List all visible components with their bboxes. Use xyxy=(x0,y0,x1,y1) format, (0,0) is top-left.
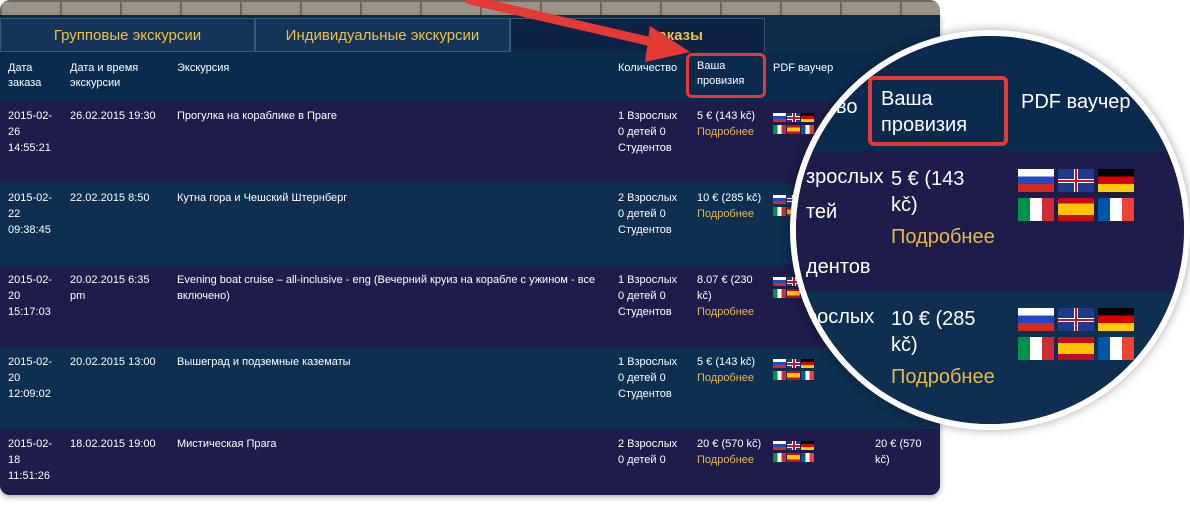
ru-flag-icon[interactable] xyxy=(1018,169,1054,192)
it-flag-icon[interactable] xyxy=(773,371,786,380)
gb-flag-icon[interactable] xyxy=(1058,308,1094,331)
column-quantity: Количество xyxy=(618,62,678,74)
commission-cell: 20 € (570 kč) Подробнее xyxy=(697,436,765,468)
more-link[interactable]: Подробнее xyxy=(697,454,754,466)
gb-flag-icon[interactable] xyxy=(787,441,800,450)
commission-value: 5 € (143 kč) xyxy=(697,110,756,122)
magnifier-partial-adults: зрослых xyxy=(806,166,884,188)
magnifier-partial-children: тей xyxy=(806,201,838,223)
commission-value: 10 € (285 kč) xyxy=(697,192,762,204)
datetime-cell: 18.02.2015 19:00 xyxy=(70,438,156,450)
ru-flag-icon[interactable] xyxy=(773,277,786,286)
more-link[interactable]: Подробнее xyxy=(697,372,754,384)
more-link[interactable]: Подробнее xyxy=(697,306,754,318)
table-row: 2015-02-18 11:51:26 18.02.2015 19:00 Мис… xyxy=(0,429,940,495)
ru-flag-icon[interactable] xyxy=(773,195,786,204)
datetime-cell: 20.02.2015 13:00 xyxy=(70,356,156,368)
excursion-cell: Кутна гора и Чешский Штернберг xyxy=(177,192,348,204)
ru-flag-icon[interactable] xyxy=(773,359,786,368)
ru-flag-icon[interactable] xyxy=(773,441,786,450)
ru-flag-icon[interactable] xyxy=(1018,308,1054,331)
zoom-magnifier: во Ваша провизия PDF ваучер зрослых тей … xyxy=(790,30,1190,430)
ru-flag-icon[interactable] xyxy=(773,113,786,122)
order-date-cell: 2015-02-22 09:38:45 xyxy=(8,192,53,236)
it-flag-icon[interactable] xyxy=(773,125,786,134)
pdf-voucher-flags xyxy=(773,441,821,465)
de-flag-icon[interactable] xyxy=(1098,308,1134,331)
magnifier-commission-highlight xyxy=(868,76,1008,146)
fr-flag-icon[interactable] xyxy=(801,453,814,462)
magnifier-commission-value: 5 € (143 kč) xyxy=(891,168,965,216)
commission-value: 8.07 € (230 kč) xyxy=(697,274,753,302)
more-link[interactable]: Подробнее xyxy=(697,126,754,138)
magnifier-more-link[interactable]: Подробнее xyxy=(891,366,995,389)
magnifier-partial-students: дентов xyxy=(806,256,871,278)
tab-group-excursions[interactable]: Групповые экскурсии xyxy=(0,18,255,52)
excursion-cell: Evening boat cruise – all-inclusive - en… xyxy=(177,274,596,302)
commission-value: 5 € (143 kč) xyxy=(697,356,756,368)
fr-flag-icon[interactable] xyxy=(1098,198,1134,221)
commission-cell: 10 € (285 kč) Подробнее xyxy=(697,190,765,222)
it-flag-icon[interactable] xyxy=(773,207,786,216)
excursion-cell: Мистическая Прага xyxy=(177,438,277,450)
quantity-cell: 1 Взрослых 0 детей 0 Студентов xyxy=(618,356,678,400)
commission-cell: 5 € (143 kč) Подробнее xyxy=(697,108,765,140)
it-flag-icon[interactable] xyxy=(773,453,786,462)
magnifier-flags xyxy=(1018,308,1148,366)
es-flag-icon[interactable] xyxy=(787,453,800,462)
column-excursion-datetime: Дата и время экскурсии xyxy=(70,62,139,89)
quantity-cell: 1 Взрослых 0 детей 0 Студентов xyxy=(618,274,678,318)
quantity-cell: 1 Взрослых 0 детей 0 Студентов xyxy=(618,110,678,154)
datetime-cell: 26.02.2015 19:30 xyxy=(70,110,156,122)
de-flag-icon[interactable] xyxy=(1098,169,1134,192)
magnifier-partial-adults: рослых xyxy=(806,306,875,328)
column-order-date: Дата заказа xyxy=(8,62,42,89)
magnifier-pdf-header: PDF ваучер xyxy=(1021,91,1131,113)
tab-orders[interactable]: заказы xyxy=(510,18,765,52)
magnifier-partial-header: во xyxy=(836,96,858,118)
quantity-cell: 2 Взрослых 0 детей 0 xyxy=(618,438,678,466)
commission-value: 20 € (570 kč) xyxy=(697,438,762,450)
es-flag-icon[interactable] xyxy=(1058,337,1094,360)
commission-cell: 5 € (143 kč) Подробнее xyxy=(697,354,765,386)
magnifier-commission-value: 10 € (285 kč) xyxy=(891,308,976,356)
order-date-cell: 2015-02-18 11:51:26 xyxy=(8,438,53,482)
order-date-cell: 2015-02-20 15:17:03 xyxy=(8,274,53,318)
it-flag-icon[interactable] xyxy=(1018,337,1054,360)
fr-flag-icon[interactable] xyxy=(1098,337,1134,360)
extra-commission-cell: 20 € (570 kč) xyxy=(875,438,922,466)
de-flag-icon[interactable] xyxy=(801,441,814,450)
magnifier-flags xyxy=(1018,169,1148,227)
gb-flag-icon[interactable] xyxy=(1058,169,1094,192)
es-flag-icon[interactable] xyxy=(1058,198,1094,221)
quantity-cell: 2 Взрослых 0 детей 0 Студентов xyxy=(618,192,678,236)
commission-header-highlight xyxy=(686,53,766,98)
more-link[interactable]: Подробнее xyxy=(697,208,754,220)
tab-individual-excursions[interactable]: Индивидуальные экскурсии xyxy=(255,18,510,52)
commission-cell: 8.07 € (230 kč) Подробнее xyxy=(697,272,765,320)
datetime-cell: 22.02.2015 8:50 xyxy=(70,192,150,204)
magnifier-more-link[interactable]: Подробнее xyxy=(891,226,995,249)
excursion-cell: Прогулка на кораблике в Праге xyxy=(177,110,338,122)
excursion-cell: Вышеград и подземные казематы xyxy=(177,356,351,368)
it-flag-icon[interactable] xyxy=(773,289,786,298)
it-flag-icon[interactable] xyxy=(1018,198,1054,221)
datetime-cell: 20.02.2015 6:35 pm xyxy=(70,274,150,302)
order-date-cell: 2015-02-26 14:55:21 xyxy=(8,110,53,154)
order-date-cell: 2015-02-20 12:09:02 xyxy=(8,356,53,400)
column-excursion: Экскурсия xyxy=(177,62,230,74)
